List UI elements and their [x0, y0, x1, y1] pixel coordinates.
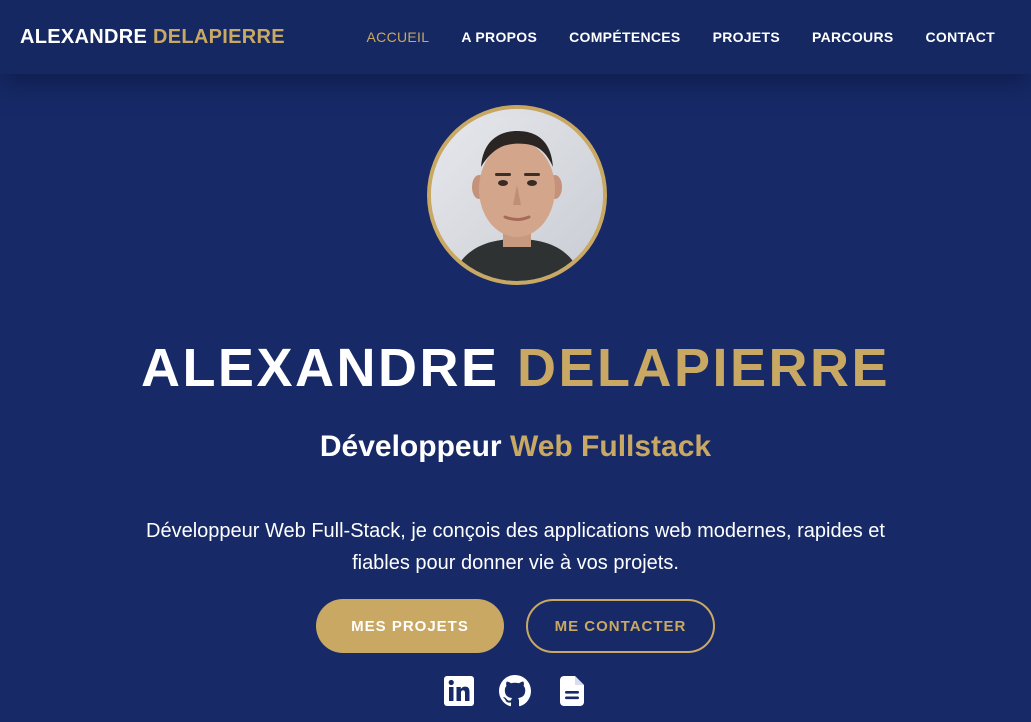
subtitle-accent: Web Fullstack [509, 430, 712, 463]
nav-menu: ACCUEIL A PROPOS COMPÉTENCES PROJETS PAR… [367, 29, 995, 45]
navbar: ALEXANDRE DELAPIERRE ACCUEIL A PROPOS CO… [0, 0, 1031, 74]
nav-link-projets[interactable]: PROJETS [713, 29, 780, 45]
nav-link-accueil[interactable]: ACCUEIL [367, 29, 430, 45]
hero-subtitle: Développeur Web Fullstack [0, 430, 1031, 464]
brand-logo[interactable]: ALEXANDRE DELAPIERRE [20, 26, 285, 49]
hero-name: ALEXANDRE DELAPIERRE [0, 336, 1031, 400]
linkedin-icon[interactable] [442, 674, 476, 708]
subtitle-role: Développeur [319, 430, 502, 463]
nav-link-a-propos[interactable]: A PROPOS [461, 29, 537, 45]
nav-link-contact[interactable]: CONTACT [926, 29, 996, 45]
brand-first-name: ALEXANDRE [20, 26, 148, 48]
social-links [0, 674, 1031, 710]
contact-me-button[interactable]: ME CONTACTER [526, 599, 715, 653]
brand-last-name: DELAPIERRE [153, 26, 285, 48]
hero-description: Développeur Web Full-Stack, je conçois d… [146, 520, 885, 574]
nav-link-parcours[interactable]: PARCOURS [812, 29, 893, 45]
my-projects-button[interactable]: MES PROJETS [316, 599, 504, 653]
nav-link-competences[interactable]: COMPÉTENCES [569, 29, 680, 45]
profile-photo [427, 105, 607, 285]
github-icon[interactable] [498, 674, 532, 708]
hero-first-name: ALEXANDRE [140, 338, 500, 398]
hero-last-name: DELAPIERRE [517, 338, 891, 398]
document-icon[interactable] [555, 674, 589, 708]
